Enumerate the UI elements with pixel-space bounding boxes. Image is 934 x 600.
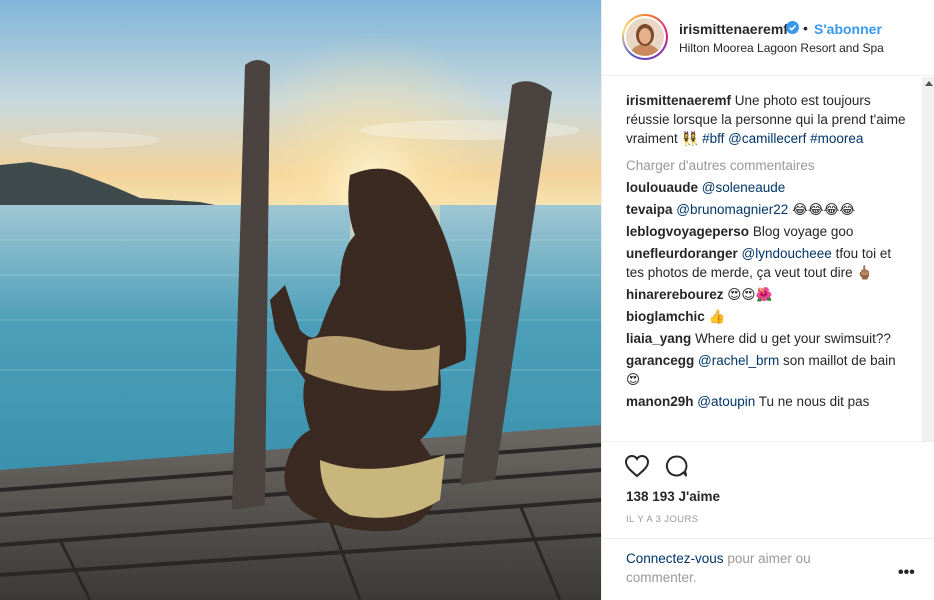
comment-username[interactable]: liaia_yang [626, 331, 691, 346]
comment-mention[interactable]: @atoupin [697, 394, 755, 409]
login-prompt: Connectez-vous pour aimer ou commenter. … [602, 538, 934, 585]
comment-username[interactable]: bioglamchic [626, 309, 705, 324]
post-photo[interactable] [0, 0, 601, 600]
comment-mention[interactable]: @rachel_brm [698, 353, 779, 368]
action-icons [624, 454, 688, 478]
comment-text: Tu ne nous dit pas [755, 394, 870, 409]
post-timestamp[interactable]: IL Y A 3 JOURS [626, 514, 699, 525]
comment-icon[interactable] [664, 454, 688, 478]
comment-username[interactable]: loulouaude [626, 180, 698, 195]
follow-button[interactable]: S'abonner [814, 21, 882, 37]
load-more-comments-button[interactable]: Charger d'autres commentaires [626, 156, 911, 175]
comment: bioglamchic 👍 [626, 307, 911, 326]
photo-sunset-dock-image [0, 0, 601, 600]
post-actions: 138 193 J'aime IL Y A 3 JOURS Connectez-… [602, 441, 934, 585]
comment-mention[interactable]: @brunomagnier22 [676, 202, 788, 217]
scroll-up-arrow-icon[interactable] [925, 81, 933, 86]
comment-username[interactable]: unefleurdoranger [626, 246, 738, 261]
verified-badge-icon [786, 21, 799, 34]
comment: loulouaude @soleneaude [626, 178, 911, 197]
comment-text: 👍 [708, 309, 726, 324]
header-separator: • [803, 20, 808, 36]
comment: hinarereboure​z 😍😍🌺 [626, 285, 911, 304]
comment-mention[interactable]: @lyndoucheee [742, 246, 832, 261]
comment-username[interactable]: manon29h [626, 394, 694, 409]
comment: leblogvoyageperso Blog voyage goo [626, 222, 911, 241]
heart-icon[interactable] [624, 454, 650, 478]
comment-text: Blog voyage goo [752, 224, 854, 239]
comment: garancegg @rachel_brm son maillot de bai… [626, 351, 911, 389]
likes-count[interactable]: 138 193 J'aime [626, 489, 720, 504]
header-username[interactable]: irismittenaeremf [679, 21, 788, 37]
comment: unefleurdoranger @lyndoucheee tfou toi e… [626, 244, 911, 282]
comment-text: Where did u get your swimsuit?? [695, 331, 891, 346]
comment: manon29h @atoupin Tu ne nous dit pas [626, 392, 911, 411]
comment: liaia_yang Where did u get your swimsuit… [626, 329, 911, 348]
comment-text: 😂😂😂😂 [788, 202, 856, 217]
login-link[interactable]: Connectez-vous [626, 551, 724, 566]
post-sidebar: irismittenaeremf • S'abonner Hilton Moor… [601, 0, 934, 600]
caption-tag[interactable]: #moorea [810, 131, 863, 146]
login-text: Connectez-vous pour aimer ou commenter. [626, 549, 866, 587]
post-location[interactable]: Hilton Moorea Lagoon Resort and Spa [679, 41, 884, 55]
comment-username[interactable]: hinarereboure​z [626, 287, 724, 302]
more-options-icon[interactable]: ••• [898, 564, 915, 582]
post-caption: irismittenaeremf Une photo est toujours … [626, 91, 911, 148]
comments-list[interactable]: irismittenaeremf Une photo est toujours … [602, 77, 934, 441]
post-header: irismittenaeremf • S'abonner Hilton Moor… [602, 0, 934, 76]
comment-mention[interactable]: @soleneaude [702, 180, 786, 195]
comment: tevaipa @brunomagnier22 😂😂😂😂 [626, 200, 911, 219]
caption-username[interactable]: irismittenaeremf [626, 93, 731, 108]
caption-tag[interactable]: @camillecerf [728, 131, 806, 146]
comments-scrollbar[interactable] [922, 77, 934, 441]
caption-tag[interactable]: #bff [702, 131, 724, 146]
comment-username[interactable]: tevaipa [626, 202, 673, 217]
comment-username[interactable]: leblogvoyageperso [626, 224, 749, 239]
avatar[interactable] [622, 14, 668, 60]
avatar-image [626, 18, 664, 56]
comment-username[interactable]: garancegg [626, 353, 694, 368]
instagram-post: irismittenaeremf • S'abonner Hilton Moor… [0, 0, 934, 600]
comment-text: 😍😍🌺 [727, 287, 773, 302]
